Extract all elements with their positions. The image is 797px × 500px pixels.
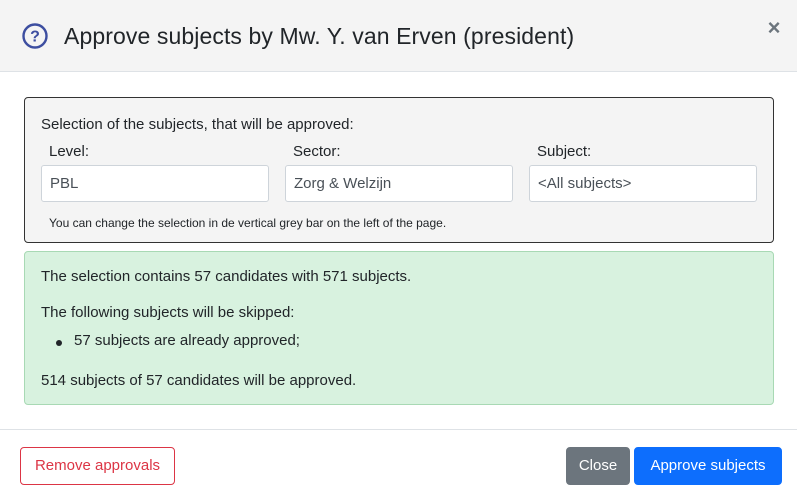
selection-title: Selection of the subjects, that will be … — [41, 116, 354, 133]
subject-field[interactable]: <All subjects> — [529, 165, 757, 202]
bullet-dot — [56, 340, 62, 346]
sector-field[interactable]: Zorg & Welzijn — [285, 165, 513, 202]
question-circle-icon: ? — [22, 23, 48, 49]
level-label: Level: — [49, 143, 90, 160]
modal-title: Approve subjects by Mw. Y. van Erven (pr… — [64, 23, 575, 49]
close-icon[interactable]: × — [764, 16, 784, 40]
svg-text:?: ? — [30, 29, 40, 46]
selection-panel: Selection of the subjects, that will be … — [24, 97, 774, 243]
subject-label: Subject: — [537, 143, 592, 160]
sector-label: Sector: — [293, 143, 341, 160]
remove-approvals-button[interactable]: Remove approvals — [20, 447, 175, 485]
modal-header: ? Approve subjects by Mw. Y. van Erven (… — [0, 0, 797, 72]
summary-contains: The selection contains 57 candidates wit… — [41, 268, 412, 285]
approve-subjects-button[interactable]: Approve subjects — [634, 447, 782, 485]
summary-result: 514 subjects of 57 candidates will be ap… — [41, 372, 357, 389]
modal-footer: Remove approvals Close Approve subjects — [0, 429, 797, 500]
approve-subjects-modal: ? Approve subjects by Mw. Y. van Erven (… — [0, 0, 797, 500]
skipped-list-item: 57 subjects are already approved; — [74, 332, 300, 349]
level-field[interactable]: PBL — [41, 165, 269, 202]
approval-summary: The selection contains 57 candidates wit… — [24, 251, 774, 405]
summary-skipped-intro: The following subjects will be skipped: — [41, 304, 295, 321]
close-button[interactable]: Close — [566, 447, 630, 485]
selection-hint: You can change the selection in de verti… — [49, 216, 447, 230]
